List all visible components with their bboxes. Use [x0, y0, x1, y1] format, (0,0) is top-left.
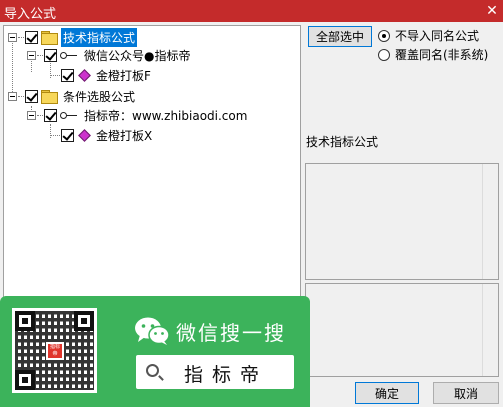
radio-selected[interactable] — [378, 29, 390, 42]
formula-notes-box[interactable] — [305, 283, 499, 377]
collapse-toggle[interactable] — [8, 32, 17, 42]
wechat-icon — [135, 317, 170, 345]
qr-logo: 指标帝 — [46, 342, 64, 360]
tree-node-stock-screen-formulas[interactable]: 条件选股公式 — [8, 87, 137, 105]
checkbox-checked[interactable] — [61, 128, 74, 142]
checkbox-checked[interactable] — [25, 30, 38, 44]
tree-guide-line — [12, 38, 13, 92]
select-all-button[interactable]: 全部选中 — [308, 26, 372, 47]
checkbox-checked[interactable] — [44, 108, 57, 122]
tree-node-website[interactable]: 指标帝：www.zhibiaodi.com — [27, 106, 249, 124]
tree-node-formula-f[interactable]: 金橙打板F — [50, 66, 153, 84]
tree-node-label: 条件选股公式 — [63, 89, 136, 104]
tree-node-wechat-account[interactable]: 微信公众号●指标帝 — [27, 46, 192, 64]
collapse-toggle[interactable] — [27, 50, 36, 60]
gem-icon — [78, 68, 91, 82]
window-title: 导入公式 — [4, 7, 57, 22]
tree-node-label: 微信公众号●指标帝 — [84, 48, 191, 63]
tree-node-label: 金橙打板X — [96, 128, 153, 143]
radio-overwrite-duplicates[interactable]: 覆盖同名(非系统) — [378, 46, 488, 63]
radio-label: 覆盖同名(非系统) — [395, 48, 489, 62]
scrollbar[interactable] — [482, 284, 498, 376]
formula-description-box[interactable] — [305, 163, 499, 280]
cancel-button[interactable]: 取消 — [433, 382, 499, 404]
key-icon — [60, 50, 78, 60]
wechat-search-box: 指标帝 — [136, 355, 294, 389]
collapse-toggle[interactable] — [8, 91, 17, 101]
folder-icon — [41, 90, 58, 104]
search-keyword: 指标帝 — [184, 364, 269, 386]
wechat-promo-banner: 指标帝 — [0, 296, 310, 407]
collapse-toggle[interactable] — [27, 110, 36, 120]
folder-icon — [41, 31, 58, 45]
checkbox-checked[interactable] — [44, 48, 57, 62]
tree-node-label: 金橙打板F — [96, 68, 151, 83]
search-icon — [146, 364, 159, 377]
scrollbar[interactable] — [482, 164, 498, 279]
tree-node-technical-formulas[interactable]: 技术指标公式 — [8, 27, 138, 47]
gem-icon — [78, 128, 91, 142]
tree-node-label: 技术指标公式 — [61, 27, 138, 47]
checkbox-checked[interactable] — [25, 89, 38, 103]
tree-node-formula-x[interactable]: 金橙打板X — [50, 126, 154, 144]
category-caption: 技术指标公式 — [306, 135, 379, 149]
radio-unselected[interactable] — [378, 48, 390, 61]
ok-button[interactable]: 确定 — [355, 382, 419, 404]
key-icon — [60, 110, 78, 120]
qr-code: 指标帝 — [12, 308, 97, 393]
radio-skip-duplicates[interactable]: 不导入同名公式 — [378, 27, 479, 44]
title-bar: 导入公式 ✕ — [0, 0, 503, 22]
wechat-search-title: 微信搜一搜 — [176, 321, 286, 345]
checkbox-checked[interactable] — [61, 68, 74, 82]
radio-label: 不导入同名公式 — [395, 29, 480, 43]
close-icon[interactable]: ✕ — [481, 0, 503, 22]
tree-node-label: 指标帝：www.zhibiaodi.com — [84, 108, 248, 123]
